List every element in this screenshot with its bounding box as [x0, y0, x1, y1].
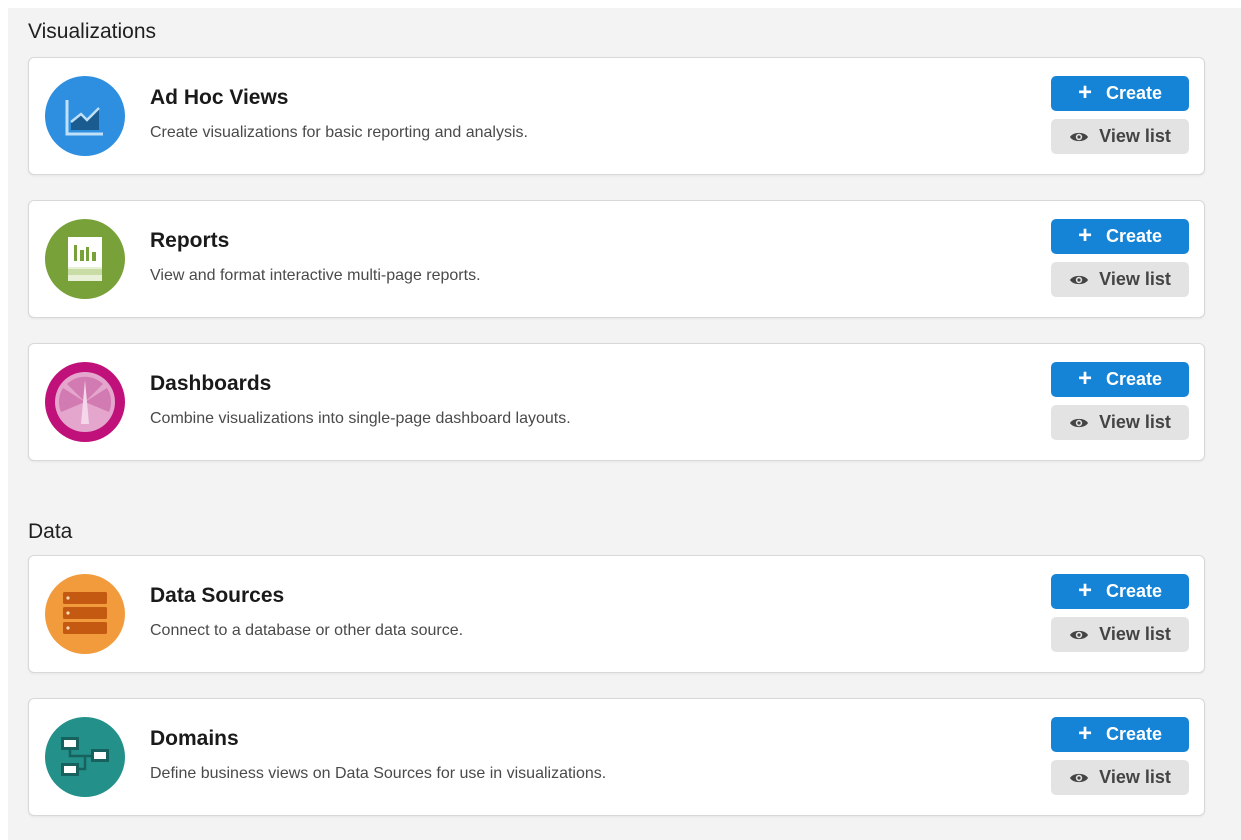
view-list-button[interactable]: View list	[1051, 262, 1189, 297]
view-list-label: View list	[1099, 126, 1171, 146]
eye-icon	[1069, 130, 1089, 144]
card-title: Data Sources	[150, 584, 285, 607]
view-list-button[interactable]: View list	[1051, 405, 1189, 440]
create-button[interactable]: + Create	[1051, 574, 1189, 609]
report-icon	[45, 219, 125, 299]
plus-icon: +	[1077, 78, 1092, 106]
view-list-button[interactable]: View list	[1051, 617, 1189, 652]
create-label: Create	[1105, 83, 1163, 103]
view-list-label: View list	[1099, 767, 1171, 787]
card-title: Dashboards	[150, 372, 272, 395]
card-ad-hoc-views: Ad Hoc Views Create visualizations for b…	[28, 57, 1205, 175]
home-panel: Visualizations Ad Hoc Views Create visua…	[8, 8, 1241, 840]
create-label: Create	[1105, 369, 1163, 389]
card-description: Connect to a database or other data sour…	[150, 622, 464, 639]
eye-icon	[1069, 416, 1089, 430]
section-title-visualizations: Visualizations	[28, 20, 157, 43]
plus-icon: +	[1077, 364, 1092, 392]
line-chart-icon	[45, 76, 125, 156]
create-button[interactable]: + Create	[1051, 219, 1189, 254]
domain-diagram-icon	[45, 717, 125, 797]
eye-icon	[1069, 273, 1089, 287]
card-data-sources: Data Sources Connect to a database or ot…	[28, 555, 1205, 673]
database-icon	[45, 574, 125, 654]
gauge-icon	[45, 362, 125, 442]
card-description: View and format interactive multi-page r…	[150, 267, 481, 284]
eye-icon	[1069, 771, 1089, 785]
view-list-label: View list	[1099, 412, 1171, 432]
section-title-data: Data	[28, 520, 73, 543]
create-label: Create	[1105, 724, 1163, 744]
create-button[interactable]: + Create	[1051, 362, 1189, 397]
view-list-label: View list	[1099, 624, 1171, 644]
plus-icon: +	[1077, 221, 1092, 249]
card-description: Combine visualizations into single-page …	[150, 410, 571, 427]
card-description: Define business views on Data Sources fo…	[150, 765, 607, 782]
card-description: Create visualizations for basic reportin…	[150, 124, 528, 141]
create-button[interactable]: + Create	[1051, 76, 1189, 111]
create-label: Create	[1105, 581, 1163, 601]
card-dashboards: Dashboards Combine visualizations into s…	[28, 343, 1205, 461]
card-title: Reports	[150, 229, 230, 252]
plus-icon: +	[1077, 719, 1092, 747]
card-reports: Reports View and format interactive mult…	[28, 200, 1205, 318]
create-button[interactable]: + Create	[1051, 717, 1189, 752]
eye-icon	[1069, 628, 1089, 642]
view-list-label: View list	[1099, 269, 1171, 289]
card-title: Domains	[150, 727, 239, 750]
card-title: Ad Hoc Views	[150, 86, 289, 109]
view-list-button[interactable]: View list	[1051, 119, 1189, 154]
card-domains: Domains Define business views on Data So…	[28, 698, 1205, 816]
create-label: Create	[1105, 226, 1163, 246]
plus-icon: +	[1077, 576, 1092, 604]
view-list-button[interactable]: View list	[1051, 760, 1189, 795]
